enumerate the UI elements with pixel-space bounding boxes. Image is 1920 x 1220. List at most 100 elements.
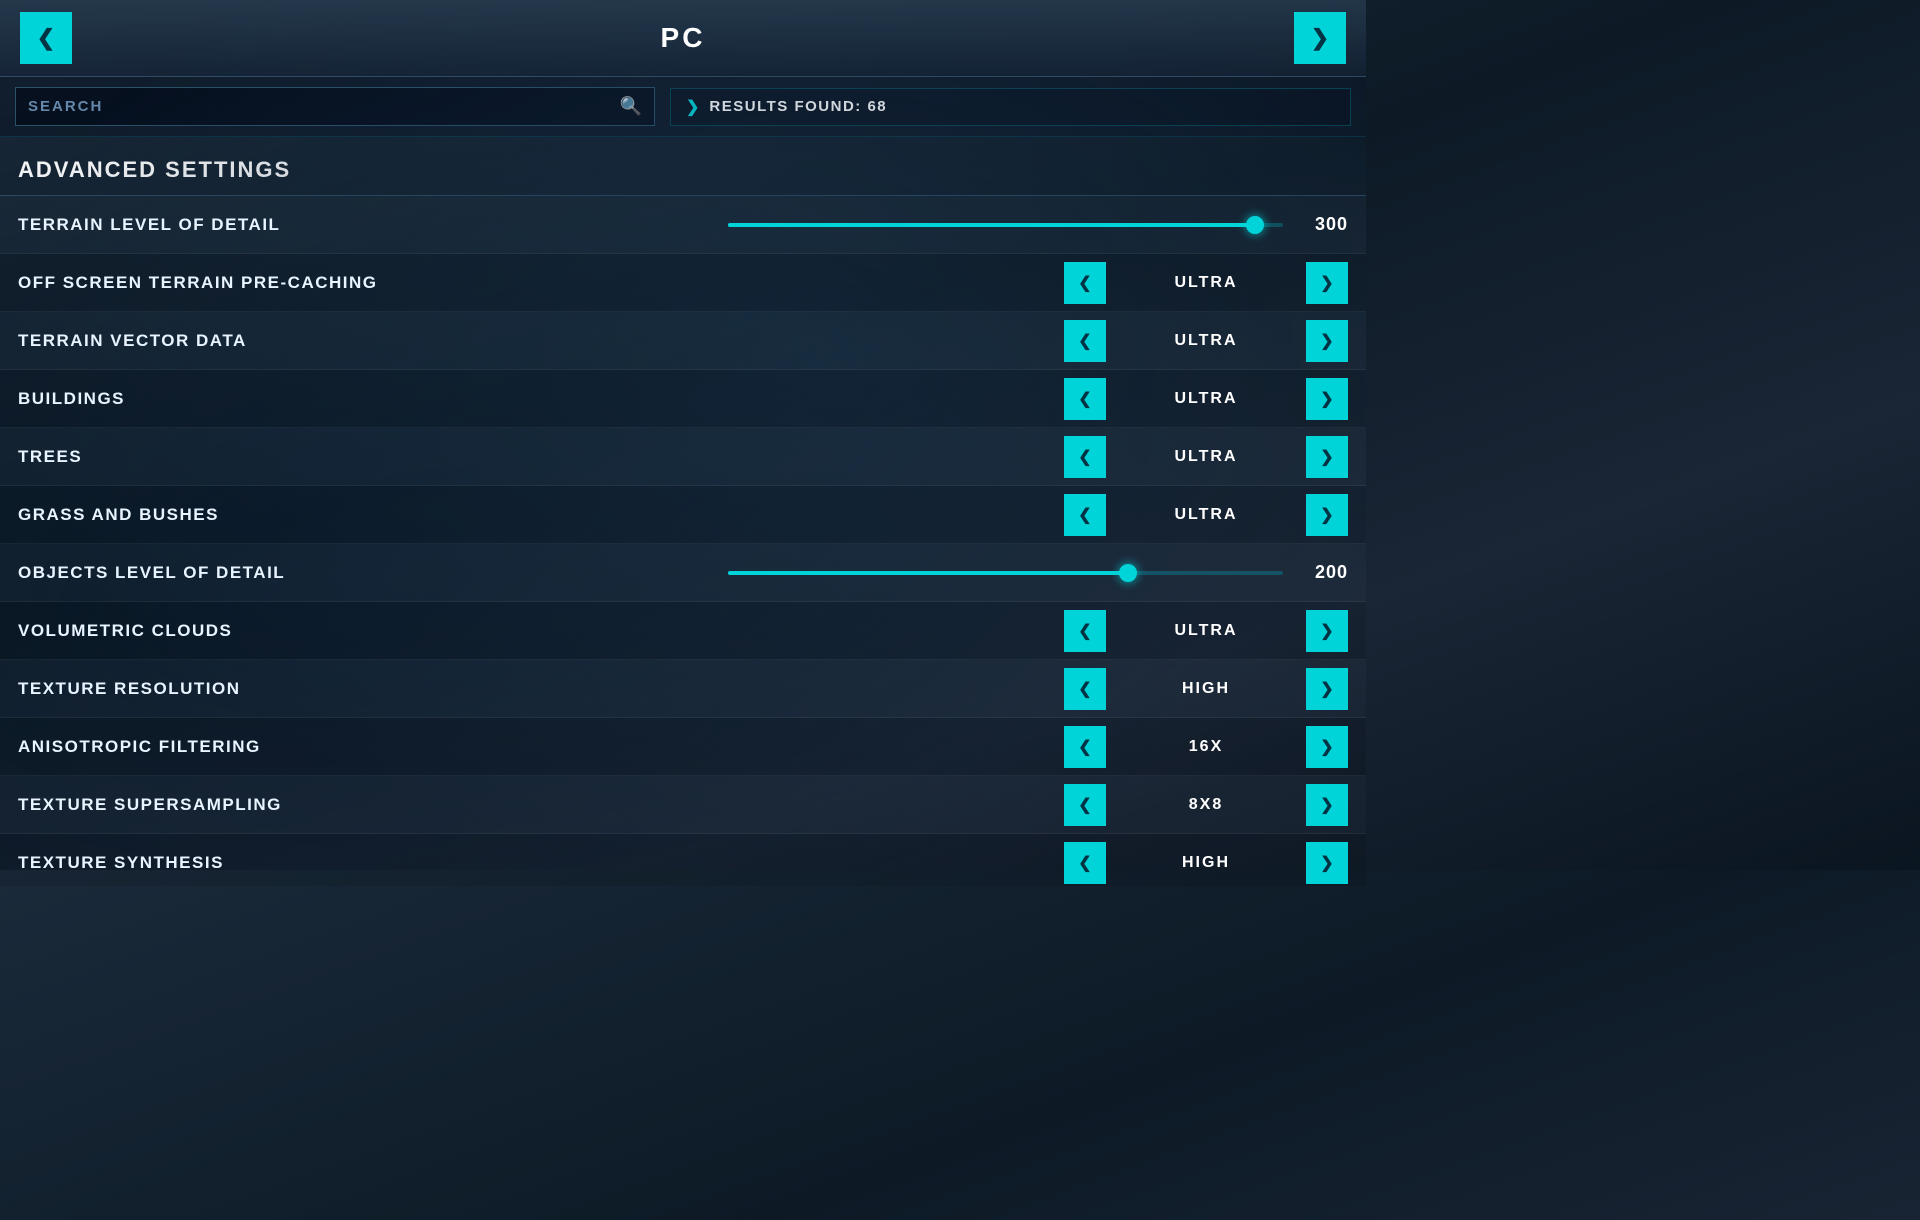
search-row: 🔍 ❯ RESULTS FOUND: 68 bbox=[0, 77, 1366, 137]
selector-control: ❮ ULTRA ❯ bbox=[928, 262, 1348, 304]
setting-control: ❮ ULTRA ❯ bbox=[928, 494, 1348, 536]
selector-prev-button[interactable]: ❮ bbox=[1064, 494, 1106, 536]
setting-item: GRASS AND BUSHES ❮ ULTRA ❯ bbox=[0, 486, 1366, 544]
setting-control: ❮ 8X8 ❯ bbox=[928, 784, 1348, 826]
selector-control: ❮ HIGH ❯ bbox=[928, 668, 1348, 710]
results-arrow-icon: ❯ bbox=[686, 97, 699, 117]
setting-item: BUILDINGS ❮ ULTRA ❯ bbox=[0, 370, 1366, 428]
setting-control: 300 bbox=[728, 214, 1348, 235]
setting-control: ❮ HIGH ❯ bbox=[928, 668, 1348, 710]
slider-value: 300 bbox=[1298, 214, 1348, 235]
setting-name: TEXTURE SYNTHESIS bbox=[18, 853, 398, 873]
setting-name: TEXTURE SUPERSAMPLING bbox=[18, 795, 398, 815]
selector-value: 8X8 bbox=[1106, 796, 1306, 814]
selector-prev-icon: ❮ bbox=[1078, 505, 1091, 525]
header: ❮ PC ❯ bbox=[0, 0, 1366, 77]
selector-prev-button[interactable]: ❮ bbox=[1064, 262, 1106, 304]
selector-next-button[interactable]: ❯ bbox=[1306, 494, 1348, 536]
setting-name: OFF SCREEN TERRAIN PRE-CACHING bbox=[18, 273, 398, 293]
setting-control: ❮ ULTRA ❯ bbox=[928, 378, 1348, 420]
selector-value: HIGH bbox=[1106, 680, 1306, 698]
settings-list: TERRAIN LEVEL OF DETAIL 300 OFF SCREEN T… bbox=[0, 196, 1366, 886]
selector-prev-icon: ❮ bbox=[1078, 389, 1091, 409]
selector-next-icon: ❯ bbox=[1320, 505, 1333, 525]
prev-button[interactable]: ❮ bbox=[20, 12, 72, 64]
slider-thumb[interactable] bbox=[1246, 216, 1264, 234]
search-input[interactable] bbox=[28, 98, 612, 115]
selector-prev-icon: ❮ bbox=[1078, 795, 1091, 815]
selector-prev-button[interactable]: ❮ bbox=[1064, 378, 1106, 420]
selector-prev-button[interactable]: ❮ bbox=[1064, 436, 1106, 478]
setting-name: BUILDINGS bbox=[18, 389, 398, 409]
selector-next-button[interactable]: ❯ bbox=[1306, 784, 1348, 826]
selector-prev-button[interactable]: ❮ bbox=[1064, 668, 1106, 710]
selector-prev-icon: ❮ bbox=[1078, 737, 1091, 757]
setting-item: TEXTURE SUPERSAMPLING ❮ 8X8 ❯ bbox=[0, 776, 1366, 834]
setting-item: ANISOTROPIC FILTERING ❮ 16X ❯ bbox=[0, 718, 1366, 776]
setting-name: ANISOTROPIC FILTERING bbox=[18, 737, 398, 757]
selector-next-button[interactable]: ❯ bbox=[1306, 320, 1348, 362]
selector-value: ULTRA bbox=[1106, 506, 1306, 524]
selector-prev-button[interactable]: ❮ bbox=[1064, 610, 1106, 652]
setting-item: TERRAIN VECTOR DATA ❮ ULTRA ❯ bbox=[0, 312, 1366, 370]
slider-track bbox=[728, 223, 1283, 227]
setting-name: OBJECTS LEVEL OF DETAIL bbox=[18, 563, 398, 583]
slider-control: 200 bbox=[728, 562, 1348, 583]
setting-item: TREES ❮ ULTRA ❯ bbox=[0, 428, 1366, 486]
selector-next-button[interactable]: ❯ bbox=[1306, 436, 1348, 478]
selector-value: 16X bbox=[1106, 738, 1306, 756]
section-header: ADVANCED SETTINGS bbox=[0, 137, 1366, 195]
slider-fill bbox=[728, 571, 1128, 575]
setting-item: TEXTURE SYNTHESIS ❮ HIGH ❯ bbox=[0, 834, 1366, 886]
section-title: ADVANCED SETTINGS bbox=[18, 157, 291, 182]
next-icon: ❯ bbox=[1311, 27, 1329, 49]
setting-control: ❮ ULTRA ❯ bbox=[928, 436, 1348, 478]
selector-next-button[interactable]: ❯ bbox=[1306, 378, 1348, 420]
search-icon: 🔍 bbox=[620, 96, 642, 117]
setting-name: TEXTURE RESOLUTION bbox=[18, 679, 398, 699]
selector-next-icon: ❯ bbox=[1320, 447, 1333, 467]
selector-value: ULTRA bbox=[1106, 448, 1306, 466]
slider-thumb[interactable] bbox=[1119, 564, 1137, 582]
selector-prev-button[interactable]: ❮ bbox=[1064, 842, 1106, 884]
selector-prev-button[interactable]: ❮ bbox=[1064, 320, 1106, 362]
selector-next-button[interactable]: ❯ bbox=[1306, 262, 1348, 304]
setting-name: VOLUMETRIC CLOUDS bbox=[18, 621, 398, 641]
selector-value: ULTRA bbox=[1106, 622, 1306, 640]
selector-next-icon: ❯ bbox=[1320, 273, 1333, 293]
setting-control: ❮ HIGH ❯ bbox=[928, 842, 1348, 884]
setting-control: 200 bbox=[728, 562, 1348, 583]
selector-next-button[interactable]: ❯ bbox=[1306, 726, 1348, 768]
slider-value: 200 bbox=[1298, 562, 1348, 583]
page-title: PC bbox=[72, 22, 1294, 54]
setting-name: GRASS AND BUSHES bbox=[18, 505, 398, 525]
setting-name: TREES bbox=[18, 447, 398, 467]
next-button[interactable]: ❯ bbox=[1294, 12, 1346, 64]
setting-item: TERRAIN LEVEL OF DETAIL 300 bbox=[0, 196, 1366, 254]
slider-control: 300 bbox=[728, 214, 1348, 235]
setting-item: OFF SCREEN TERRAIN PRE-CACHING ❮ ULTRA ❯ bbox=[0, 254, 1366, 312]
selector-control: ❮ ULTRA ❯ bbox=[928, 378, 1348, 420]
setting-name: TERRAIN VECTOR DATA bbox=[18, 331, 398, 351]
selector-next-icon: ❯ bbox=[1320, 795, 1333, 815]
selector-value: ULTRA bbox=[1106, 390, 1306, 408]
selector-prev-icon: ❮ bbox=[1078, 447, 1091, 467]
setting-control: ❮ ULTRA ❯ bbox=[928, 320, 1348, 362]
selector-prev-button[interactable]: ❮ bbox=[1064, 726, 1106, 768]
selector-next-button[interactable]: ❯ bbox=[1306, 668, 1348, 710]
selector-prev-icon: ❮ bbox=[1078, 621, 1091, 641]
selector-next-button[interactable]: ❯ bbox=[1306, 842, 1348, 884]
selector-prev-button[interactable]: ❮ bbox=[1064, 784, 1106, 826]
selector-value: ULTRA bbox=[1106, 332, 1306, 350]
search-container: 🔍 bbox=[15, 87, 655, 126]
selector-next-icon: ❯ bbox=[1320, 679, 1333, 699]
selector-next-icon: ❯ bbox=[1320, 331, 1333, 351]
setting-control: ❮ 16X ❯ bbox=[928, 726, 1348, 768]
prev-icon: ❮ bbox=[37, 27, 55, 49]
selector-prev-icon: ❮ bbox=[1078, 331, 1091, 351]
selector-value: HIGH bbox=[1106, 854, 1306, 872]
selector-control: ❮ ULTRA ❯ bbox=[928, 610, 1348, 652]
selector-next-button[interactable]: ❯ bbox=[1306, 610, 1348, 652]
selector-control: ❮ 8X8 ❯ bbox=[928, 784, 1348, 826]
setting-item: TEXTURE RESOLUTION ❮ HIGH ❯ bbox=[0, 660, 1366, 718]
